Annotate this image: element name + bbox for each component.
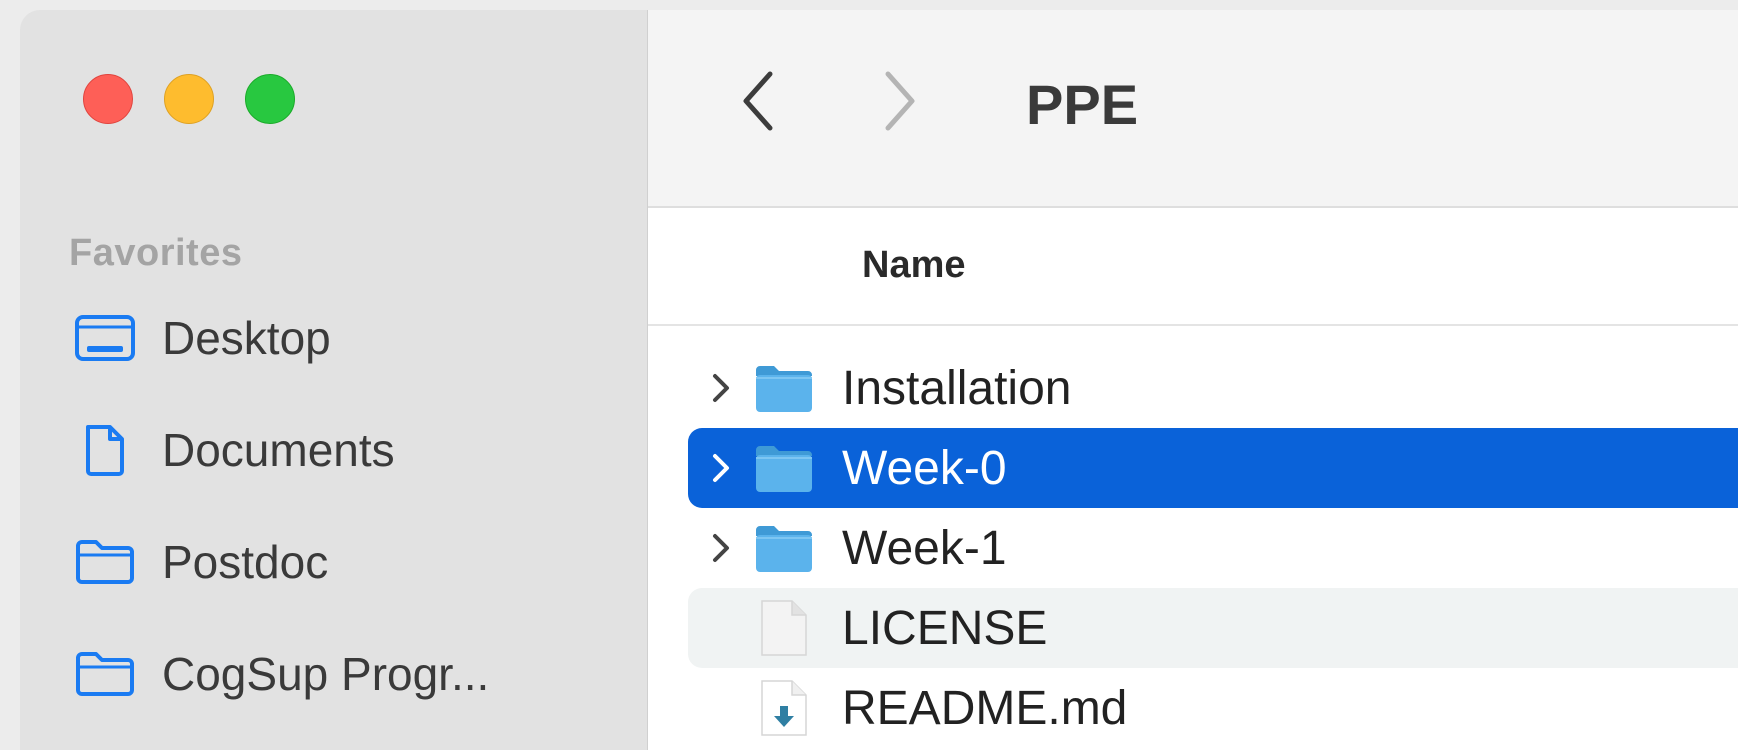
folder-icon — [754, 358, 814, 418]
list-row-week-1[interactable]: Week-1 — [688, 508, 1738, 588]
list-row-week-0[interactable]: Week-0 — [688, 428, 1738, 508]
column-header-name[interactable]: Name — [862, 244, 966, 287]
disclosure-chevron-icon[interactable] — [706, 368, 736, 408]
disclosure-chevron-icon[interactable] — [706, 448, 736, 488]
sidebar-item-cogsup[interactable]: CogSup Progr... — [74, 644, 614, 704]
file-name: LICENSE — [842, 601, 1048, 655]
sidebar-item-label: Postdoc — [162, 536, 329, 588]
file-name: Week-0 — [842, 441, 1007, 495]
zoom-button[interactable] — [245, 74, 295, 124]
window-title: PPE — [1026, 73, 1139, 136]
folder-icon — [74, 532, 136, 592]
list-row-readme[interactable]: README.md — [688, 668, 1738, 748]
blank-document-icon — [754, 598, 814, 658]
file-name: README.md — [842, 681, 1128, 735]
file-name: Week-1 — [842, 521, 1007, 575]
sidebar-item-documents[interactable]: Documents — [74, 420, 614, 480]
close-button[interactable] — [83, 74, 133, 124]
back-button[interactable] — [728, 68, 788, 138]
folder-icon — [754, 438, 814, 498]
sidebar-item-label: Documents — [162, 424, 395, 476]
document-icon — [74, 420, 136, 480]
list-column-header: Name — [648, 208, 1738, 326]
main-pane: PPE Name Installation Week-0 Week-1 LICE… — [648, 10, 1738, 750]
desktop-icon — [74, 308, 136, 368]
minimize-button[interactable] — [164, 74, 214, 124]
list-row-license[interactable]: LICENSE — [688, 588, 1738, 668]
toolbar: PPE — [648, 10, 1738, 208]
sidebar-item-desktop[interactable]: Desktop — [74, 308, 614, 368]
disclosure-chevron-icon[interactable] — [706, 528, 736, 568]
sidebar-item-postdoc[interactable]: Postdoc — [74, 532, 614, 592]
finder-window: Favorites Desktop Documents Postdoc CogS… — [20, 10, 1738, 750]
chevron-left-icon — [738, 70, 778, 137]
markdown-file-icon — [754, 678, 814, 738]
list-row-installation[interactable]: Installation — [688, 348, 1738, 428]
sidebar-item-label: CogSup Progr... — [162, 648, 490, 700]
sidebar-item-label: Desktop — [162, 312, 331, 364]
forward-button[interactable] — [870, 68, 930, 138]
sidebar: Favorites Desktop Documents Postdoc CogS… — [20, 10, 648, 750]
folder-icon — [74, 644, 136, 704]
folder-icon — [754, 518, 814, 578]
file-name: Installation — [842, 361, 1072, 415]
favorites-section-title: Favorites — [69, 232, 243, 274]
chevron-right-icon — [880, 70, 920, 137]
